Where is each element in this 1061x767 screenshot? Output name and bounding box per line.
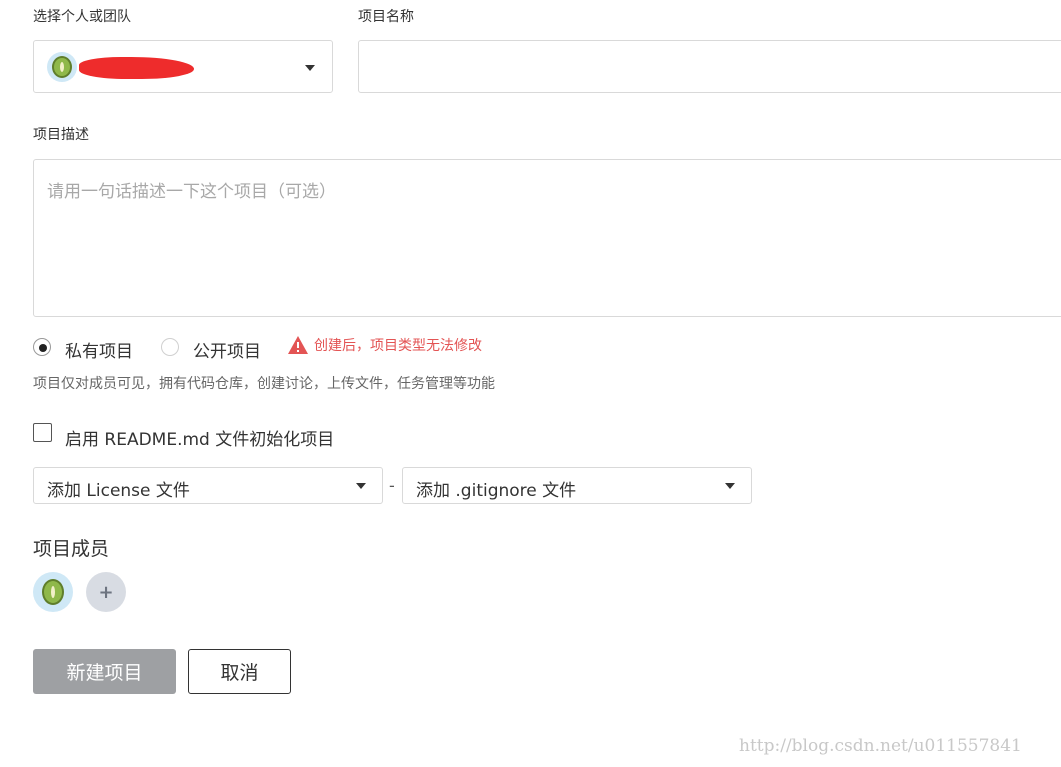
license-select-label: 添加 License 文件	[47, 481, 190, 501]
description-label: 项目描述	[33, 127, 89, 143]
license-select[interactable]: 添加 License 文件	[33, 467, 383, 504]
visibility-warning: 创建后，项目类型无法修改	[314, 338, 482, 354]
private-label[interactable]: 私有项目	[65, 337, 133, 362]
template-separator: -	[389, 476, 395, 495]
create-project-button[interactable]: 新建项目	[33, 649, 176, 694]
chevron-down-icon	[356, 483, 366, 489]
readme-checkbox[interactable]	[33, 423, 52, 442]
description-placeholder: 请用一句话描述一下这个项目（可选）	[47, 182, 336, 202]
chevron-down-icon	[725, 483, 735, 489]
member-avatar[interactable]	[33, 572, 73, 612]
readme-label[interactable]: 启用 README.md 文件初始化项目	[65, 425, 334, 450]
gitignore-select-label: 添加 .gitignore 文件	[416, 481, 577, 501]
chevron-down-icon	[305, 65, 315, 71]
owner-label: 选择个人或团队	[33, 9, 131, 25]
private-radio[interactable]	[33, 338, 51, 356]
watermark: http://blog.csdn.net/u011557841	[739, 736, 1022, 756]
plus-icon: +	[98, 581, 114, 603]
members-label: 项目成员	[33, 538, 110, 560]
redacted-owner-name	[79, 57, 194, 79]
warning-icon	[288, 336, 308, 354]
add-member-button[interactable]: +	[86, 572, 126, 612]
gitignore-select[interactable]: 添加 .gitignore 文件	[402, 467, 752, 504]
owner-select[interactable]	[33, 40, 333, 93]
public-label[interactable]: 公开项目	[193, 337, 261, 362]
cancel-button[interactable]: 取消	[188, 649, 291, 694]
project-name-input[interactable]	[358, 40, 1061, 93]
visibility-hint: 项目仅对成员可见，拥有代码仓库，创建讨论，上传文件，任务管理等功能	[33, 376, 495, 392]
public-radio[interactable]	[161, 338, 179, 356]
kiwi-avatar-icon	[42, 579, 64, 605]
description-textarea[interactable]: 请用一句话描述一下这个项目（可选）	[33, 159, 1061, 317]
project-name-label: 项目名称	[358, 9, 414, 25]
kiwi-avatar-icon	[47, 52, 77, 82]
